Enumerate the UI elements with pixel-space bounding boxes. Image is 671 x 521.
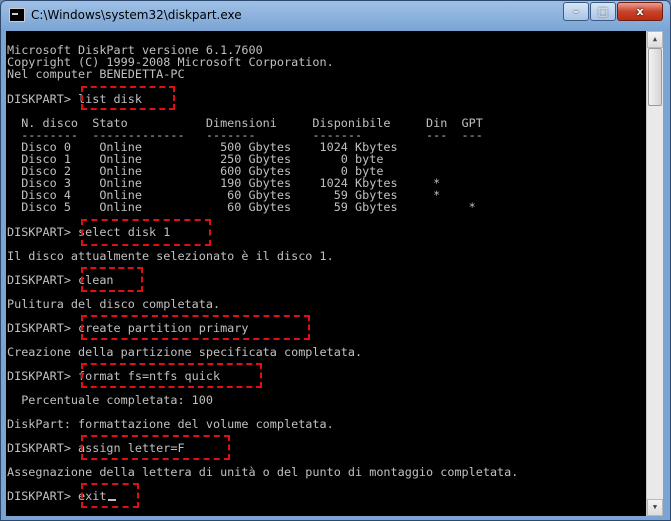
scroll-up-button[interactable]: ▲ (647, 31, 663, 48)
title-bar[interactable]: C:\Windows\system32\diskpart.exe – □ x (1, 1, 670, 31)
close-icon: x (636, 5, 644, 18)
vertical-scrollbar[interactable]: ▲ ▼ (646, 31, 663, 516)
highlight-select-disk (81, 219, 211, 246)
highlight-assign (81, 435, 230, 460)
highlight-create-partition (81, 315, 310, 340)
maximize-icon: □ (597, 5, 609, 18)
minimize-icon: – (573, 5, 579, 18)
console-window: C:\Windows\system32\diskpart.exe – □ x M… (0, 0, 671, 521)
console-output[interactable]: Microsoft DiskPart versione 6.1.7600 Cop… (6, 31, 646, 516)
console-line-out-percent: Percentuale completata: 100 (7, 393, 213, 407)
maximize-button[interactable]: □ (590, 2, 616, 21)
highlight-list-disk (81, 86, 175, 110)
highlight-clean (81, 267, 143, 292)
scroll-thumb[interactable] (648, 48, 662, 106)
highlight-exit (81, 483, 139, 508)
console-line-header-3: Nel computer BENEDETTA-PC (7, 67, 185, 81)
console-line-out-format: DiskPart: formattazione del volume compl… (7, 417, 334, 431)
console-app-icon (9, 8, 25, 22)
window-title: C:\Windows\system32\diskpart.exe (31, 8, 242, 22)
console-line-out-clean: Pulitura del disco completata. (7, 297, 221, 311)
console-line-out-select: Il disco attualmente selezionato è il di… (7, 249, 334, 263)
highlight-format (81, 363, 262, 388)
close-button[interactable]: x (617, 2, 663, 21)
console-line-out-assign: Assegnazione della lettera di unità o de… (7, 465, 519, 479)
minimize-button[interactable]: – (563, 2, 589, 21)
console-line-out-create: Creazione della partizione specificata c… (7, 345, 363, 359)
scroll-down-button[interactable]: ▼ (647, 499, 663, 516)
console-line-disk-5: Disco 5 Online 60 Gbytes 59 Gbytes * (7, 200, 476, 214)
